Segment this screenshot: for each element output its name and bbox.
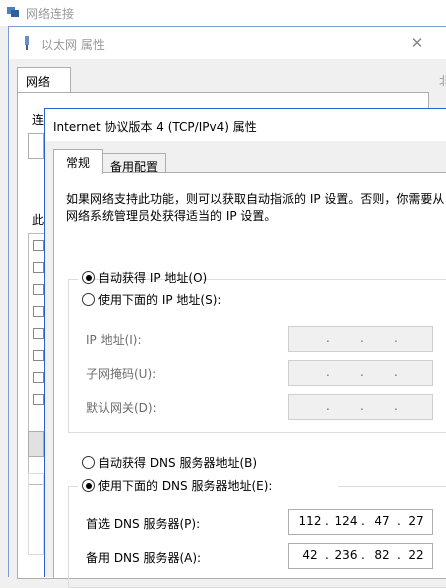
ip-octet: 82 — [374, 548, 390, 562]
background-text: 北 — [439, 74, 446, 88]
auto-dns-option[interactable]: 自动获得 DNS 服务器地址(B) — [78, 453, 378, 471]
ipv4-titlebar: Internet 协议版本 4 (TCP/IPv4) 属性 — [45, 109, 446, 141]
ipv4-properties-dialog: Internet 协议版本 4 (TCP/IPv4) 属性 常规 备用配置 如果… — [44, 108, 446, 588]
ip-octet: 47 — [374, 514, 390, 528]
ip-octet: 27 — [408, 514, 424, 528]
auto-dns-radio[interactable] — [82, 456, 95, 469]
install-button[interactable] — [28, 431, 44, 457]
network-connections-titlebar: 网络连接 — [0, 0, 446, 26]
auto-ip-label: 自动获得 IP 地址(O) — [98, 271, 208, 285]
manual-dns-option[interactable]: 使用下面的 DNS 服务器地址(E): — [78, 476, 338, 494]
description-group — [28, 473, 44, 555]
ethernet-properties-titlebar: 以太网 属性 ✕ — [9, 27, 446, 59]
auto-dns-label: 自动获得 DNS 服务器地址(B) — [98, 456, 258, 470]
tab-general[interactable]: 常规 — [53, 149, 103, 174]
dns-group — [68, 486, 446, 588]
subnet-mask-field[interactable]: ... — [288, 360, 433, 386]
auto-ip-option[interactable]: 自动获得 IP 地址(O) — [78, 268, 207, 286]
network-connections-icon — [6, 6, 20, 18]
manual-ip-label: 使用下面的 IP 地址(S): — [98, 293, 222, 307]
ip-octet: 112 — [298, 514, 322, 528]
manual-dns-radio[interactable] — [82, 479, 95, 492]
subnet-mask-label: 子网掩码(U): — [86, 367, 157, 381]
auto-ip-radio[interactable] — [82, 271, 95, 284]
ip-address-label: IP 地址(I): — [86, 333, 142, 347]
list-item-checkbox[interactable] — [33, 394, 44, 405]
background-label: 此 — [32, 213, 45, 227]
list-item-checkbox[interactable] — [33, 284, 44, 295]
tab-label: 常规 — [65, 156, 90, 170]
ip-octet: 42 — [302, 548, 318, 562]
manual-ip-radio[interactable] — [82, 293, 95, 306]
alternate-dns-field[interactable]: 42 . 236 . 82 . 22 — [288, 543, 433, 569]
description-text: 如果网络支持此功能，则可以获取自动指派的 IP 设置。否则，你需要从网络系统管理… — [66, 192, 445, 223]
manual-dns-label: 使用下面的 DNS 服务器地址(E): — [98, 479, 273, 493]
ip-octet: 236 — [334, 548, 358, 562]
alternate-dns-label: 备用 DNS 服务器(A): — [86, 551, 202, 565]
close-icon[interactable]: ✕ — [405, 32, 429, 54]
list-item-checkbox[interactable] — [33, 306, 44, 317]
ethernet-icon — [19, 35, 35, 51]
manual-ip-option[interactable]: 使用下面的 IP 地址(S): — [78, 290, 378, 308]
adapter-box — [28, 133, 44, 159]
preferred-dns-label: 首选 DNS 服务器(P): — [86, 517, 201, 531]
list-item-checkbox[interactable] — [33, 240, 44, 251]
ip-address-field[interactable]: ... — [288, 326, 433, 352]
general-tab-panel: 如果网络支持此功能，则可以获取自动指派的 IP 设置。否则，你需要从网络系统管理… — [53, 172, 446, 588]
tab-network[interactable]: 网络 — [17, 67, 71, 94]
default-gateway-field[interactable]: ... — [288, 394, 433, 420]
tab-label: 网络 — [26, 75, 51, 89]
dialog-title: Internet 协议版本 4 (TCP/IPv4) 属性 — [53, 120, 257, 134]
list-item-checkbox[interactable] — [33, 372, 44, 383]
window-title: 网络连接 — [26, 7, 75, 21]
background-label: 连 — [32, 113, 45, 127]
list-item-checkbox[interactable] — [33, 262, 44, 273]
default-gateway-label: 默认网关(D): — [86, 401, 157, 415]
list-item-checkbox[interactable] — [33, 350, 44, 361]
ip-octet: 22 — [408, 548, 424, 562]
ip-octet: 124 — [334, 514, 358, 528]
list-item-checkbox[interactable] — [33, 328, 44, 339]
window-title: 以太网 属性 — [41, 38, 105, 52]
preferred-dns-field[interactable]: 112 . 124 . 47 . 27 — [288, 509, 433, 535]
